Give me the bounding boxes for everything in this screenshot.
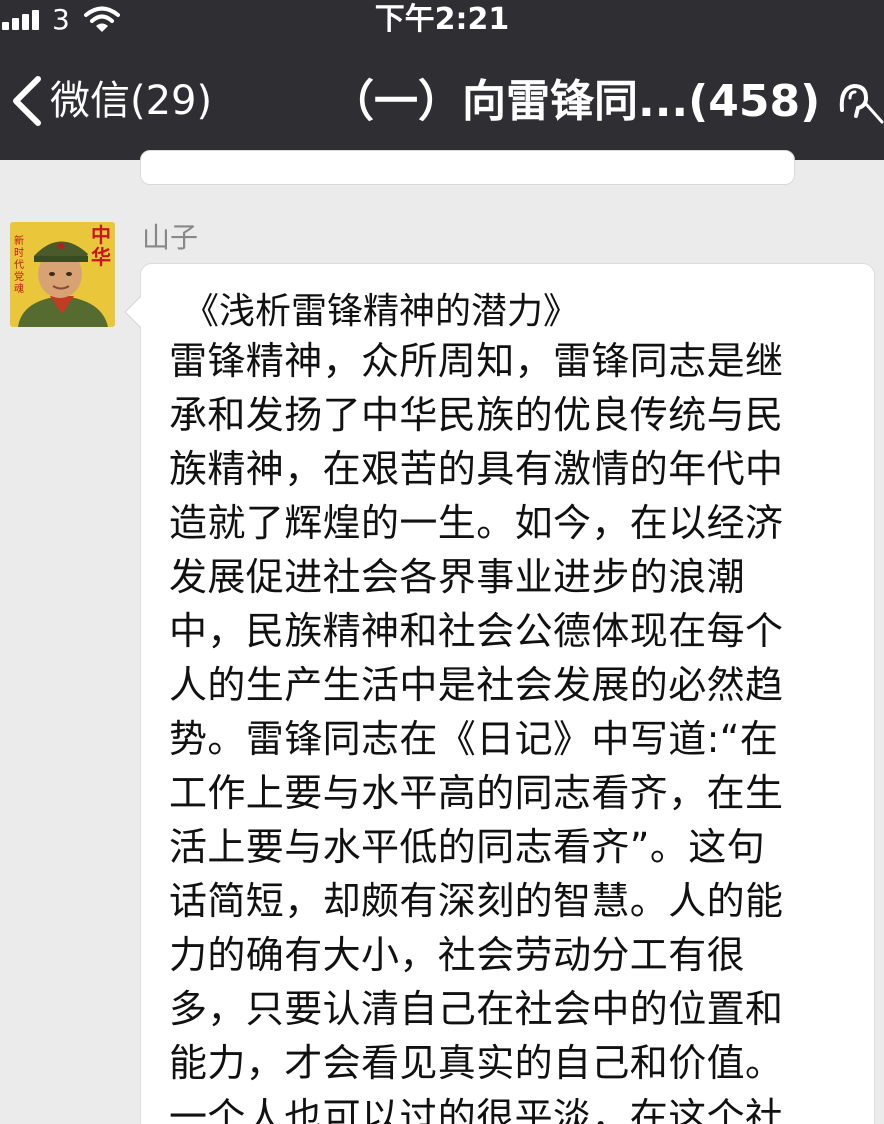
previous-message-bubble[interactable]: [140, 150, 795, 185]
sender-name: 山子: [142, 221, 199, 254]
message-line: 工作上要与水平高的同志看齐，在生: [169, 771, 784, 815]
message-line: 发展促进社会各界事业进步的浪潮: [169, 555, 746, 599]
message-line: 造就了辉煌的一生。如今，在以经济: [169, 501, 784, 545]
avatar[interactable]: 中华 新时代党魂: [10, 222, 115, 327]
chat-screen: 3 下午2:21 微信(29) （一）向雷锋同...(458) 中华 新时代党魂…: [0, 0, 884, 1124]
back-label: 微信(29): [50, 78, 213, 124]
nav-bar: 微信(29) （一）向雷锋同...(458): [0, 40, 884, 160]
message-line: 活上要与水平低的同志看齐”。这句: [169, 825, 766, 869]
message-line: 力的确有大小，社会劳动分工有很: [169, 933, 746, 977]
message-line: 族精神，在艰苦的具有激情的年代中: [169, 447, 784, 491]
message-line: 多，只要认清自己在社会中的位置和: [169, 987, 784, 1031]
message-line: 话简短，却颇有深刻的智慧。人的能: [169, 879, 784, 923]
message-line: 中，民族精神和社会公德体现在每个: [169, 609, 784, 653]
message-line: 雷锋精神，众所周知，雷锋同志是继: [169, 339, 784, 383]
message-line: 势。雷锋同志在《日记》中写道:“在: [169, 717, 779, 761]
message-title: 《浅析雷锋精神的潜力》: [183, 291, 580, 332]
back-button[interactable]: 微信(29): [6, 66, 226, 136]
chevron-left-icon: [13, 76, 41, 126]
message-line: 能力，才会看见真实的自己和价值。: [169, 1041, 784, 1085]
message-line: 承和发扬了中华民族的优良传统与民: [169, 393, 784, 437]
mute-icon: [839, 83, 884, 124]
message-line: 人的生产生活中是社会发展的必然趋: [169, 663, 784, 707]
message-bubble[interactable]: 《浅析雷锋精神的潜力》 雷锋精神，众所周知，雷锋同志是继 承和发扬了中华民族的优…: [140, 263, 875, 1124]
message-line: 一个人也可以过的很平淡，在这个社: [169, 1095, 784, 1124]
status-bar: 3 下午2:21: [0, 0, 884, 40]
avatar-label-main: 中华: [91, 223, 111, 269]
bubble-arrow: [126, 296, 142, 328]
avatar-label-side: 新时代党魂: [14, 236, 24, 295]
chat-title: （一）向雷锋同...(458): [330, 76, 821, 127]
status-time: 下午2:21: [374, 2, 510, 37]
